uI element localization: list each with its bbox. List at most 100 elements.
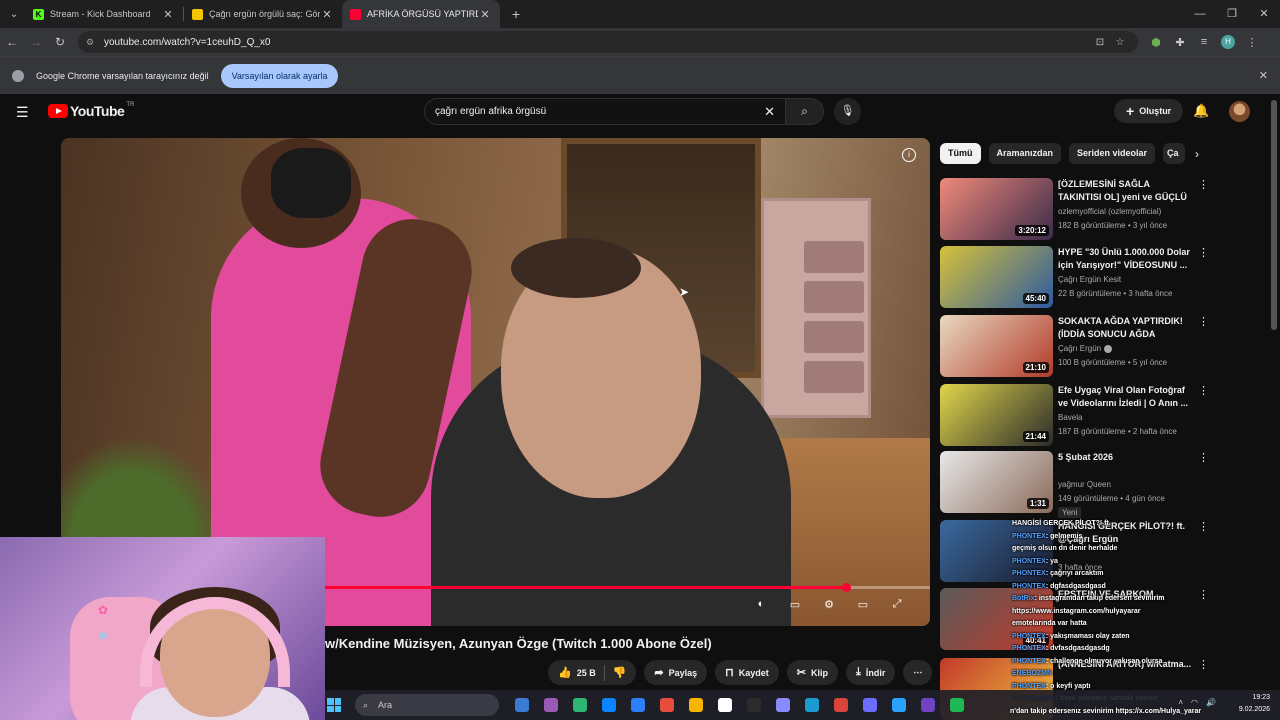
reload-icon[interactable]: ↻ xyxy=(48,35,72,49)
site-info-icon[interactable]: ⚙ xyxy=(86,37,100,48)
install-app-icon[interactable]: ⊡ xyxy=(1090,37,1110,48)
more-vert-icon[interactable]: ⋮ xyxy=(1198,315,1209,328)
suggested-video-item[interactable]: 1:31 5 Şubat 2026 yağmur Queen 149 görün… xyxy=(940,451,1210,518)
extension-shield-icon[interactable]: ⬢ xyxy=(1144,36,1168,49)
tab-close-icon[interactable]: ✕ xyxy=(478,8,492,21)
suggested-video-title[interactable]: [ÖZLEMESİNİ SAĞLA TAKINTISI OL] yeni ve … xyxy=(1058,178,1194,204)
taskbar-search[interactable]: ⌕ Ara xyxy=(355,694,499,716)
set-default-button[interactable]: Varsayılan olarak ayarla xyxy=(220,63,339,88)
more-vert-icon[interactable]: ⋮ xyxy=(1198,178,1209,191)
more-vert-icon[interactable]: ⋮ xyxy=(1198,384,1209,397)
video-thumbnail[interactable]: 3:20:12 xyxy=(940,178,1053,240)
new-tab-button[interactable]: + xyxy=(504,6,528,22)
info-icon[interactable]: i xyxy=(902,148,916,162)
like-count[interactable]: 25 B xyxy=(577,668,596,678)
taskbar-app-icon[interactable] xyxy=(768,694,797,716)
suggested-video-item[interactable]: 45:40 HYPE "30 Ünlü 1.000.000 Dolar için… xyxy=(940,246,1210,308)
share-button[interactable]: ➦ Paylaş xyxy=(644,660,708,685)
taskbar-app-icon[interactable] xyxy=(536,694,565,716)
video-thumbnail[interactable]: 21:44 xyxy=(940,384,1053,446)
clip-button[interactable]: ✂ Klip xyxy=(786,660,838,685)
video-thumbnail[interactable]: 21:10 xyxy=(940,315,1053,377)
suggested-video-item[interactable]: 21:44 Efe Uygaç Viral Olan Fotoğraf ve V… xyxy=(940,384,1210,446)
more-vert-icon[interactable]: ⋮ xyxy=(1198,451,1209,464)
taskbar-app-icon[interactable] xyxy=(652,694,681,716)
taskbar-app-icon[interactable] xyxy=(594,694,623,716)
more-vert-icon[interactable]: ⋮ xyxy=(1198,246,1209,259)
video-thumbnail[interactable]: 45:40 xyxy=(940,246,1053,308)
back-icon[interactable]: ← xyxy=(0,35,24,49)
taskbar-app-icon[interactable] xyxy=(942,694,971,716)
save-button[interactable]: ⊓ Kaydet xyxy=(715,660,779,685)
channel-name[interactable]: yağmur Queen xyxy=(1058,480,1111,489)
notifications-bell-icon[interactable]: 🔔 xyxy=(1193,103,1209,119)
dislike-icon[interactable]: 👎 xyxy=(613,666,627,679)
address-bar[interactable]: ⚙ youtube.com/watch?v=1ceuhD_Q_x0 ⊡ ☆ xyxy=(78,31,1138,53)
volume-icon[interactable]: 🔊 xyxy=(1206,698,1216,707)
youtube-logo[interactable]: YouTube TR xyxy=(48,102,134,119)
channel-name[interactable]: Çağrı Ergün xyxy=(1058,344,1113,353)
clear-search-icon[interactable]: ✕ xyxy=(764,104,775,120)
account-avatar[interactable] xyxy=(1229,101,1250,122)
bookmark-star-icon[interactable]: ☆ xyxy=(1110,37,1130,48)
infobar-close-icon[interactable]: ✕ xyxy=(1259,69,1268,82)
minimize-icon[interactable]: — xyxy=(1184,0,1216,28)
clock[interactable]: 19:23 9.02.2026 xyxy=(1239,692,1270,716)
taskbar-app-icon[interactable] xyxy=(884,694,913,716)
taskbar-app-icon[interactable] xyxy=(681,694,710,716)
suggested-video-title[interactable]: 5 Şubat 2026 xyxy=(1058,451,1194,464)
taskbar-app-icon[interactable] xyxy=(710,694,739,716)
taskbar-app-icon[interactable] xyxy=(913,694,942,716)
subtitles-icon[interactable]: ▭ xyxy=(778,598,812,611)
wifi-icon[interactable]: ◠ xyxy=(1191,698,1198,707)
chip-more[interactable]: Ça xyxy=(1163,143,1186,164)
profile-avatar[interactable]: H xyxy=(1221,35,1235,49)
create-button[interactable]: + Oluştur xyxy=(1114,99,1184,123)
taskbar-app-icon[interactable] xyxy=(826,694,855,716)
taskbar-app-icon[interactable] xyxy=(507,694,536,716)
settings-gear-icon[interactable]: ⚙ xyxy=(812,598,846,611)
suggested-video-item[interactable]: 21:10 SOKAKTA AĞDA YAPTIRDIK! (İDDİA SON… xyxy=(940,315,1210,377)
page-scrollbar[interactable] xyxy=(1271,100,1277,330)
extensions-puzzle-icon[interactable]: ✚ xyxy=(1168,36,1192,49)
taskbar-app-icon[interactable] xyxy=(739,694,768,716)
autoplay-toggle-icon[interactable]: ◐ xyxy=(744,598,778,611)
voice-search-button[interactable]: 🎙 xyxy=(834,98,861,125)
forward-icon[interactable]: → xyxy=(24,35,48,49)
chrome-menu-icon[interactable]: ⋮ xyxy=(1240,36,1264,49)
chip-all[interactable]: Tümü xyxy=(940,143,981,164)
channel-name[interactable]: Çağrı Ergün Kesit xyxy=(1058,275,1121,284)
search-query[interactable]: çağrı ergün afrika örgüsü xyxy=(435,106,546,117)
channel-name[interactable]: ozlemyofficial (ozlemyofficial) xyxy=(1058,207,1161,216)
chevron-up-icon[interactable]: ˄ xyxy=(1178,698,1183,707)
download-button[interactable]: ⤓ İndir xyxy=(846,660,896,685)
search-input[interactable]: çağrı ergün afrika örgüsü ✕ xyxy=(424,98,786,125)
chip-from-search[interactable]: Aramanızdan xyxy=(988,143,1062,164)
restore-icon[interactable]: ❐ xyxy=(1216,0,1248,28)
progress-scrubber[interactable] xyxy=(841,583,851,592)
tab-youtube-video[interactable]: AFRİKA ÖRGÜSÜ YAPTIRDIM! | ✕ xyxy=(342,0,500,28)
channel-name[interactable]: Bavela xyxy=(1058,413,1082,422)
suggested-video-title[interactable]: Efe Uygaç Viral Olan Fotoğraf ve Videola… xyxy=(1058,384,1194,410)
taskbar-app-icon[interactable] xyxy=(855,694,884,716)
suggested-video-item[interactable]: 3:20:12 [ÖZLEMESİNİ SAĞLA TAKINTISI OL] … xyxy=(940,178,1210,240)
tab-close-icon[interactable]: ✕ xyxy=(320,8,334,21)
tab-search-icon[interactable]: ⌄ xyxy=(3,3,25,25)
suggested-video-title[interactable]: SOKAKTA AĞDA YAPTIRDIK! (İDDİA SONUCU AĞ… xyxy=(1058,315,1194,341)
tab-google-images[interactable]: Çağrı ergün örgülü saç: Görselle ✕ xyxy=(184,0,342,28)
suggested-video-title[interactable]: HYPE "30 Ünlü 1.000.000 Dolar için Yarış… xyxy=(1058,246,1194,272)
taskbar-app-icon[interactable] xyxy=(797,694,826,716)
media-controls-icon[interactable]: ≡ xyxy=(1192,36,1216,48)
tab-kick-dashboard[interactable]: K Stream - Kick Dashboard ✕ xyxy=(25,0,183,28)
tab-close-icon[interactable]: ✕ xyxy=(161,8,175,21)
fullscreen-icon[interactable]: ⤢ xyxy=(880,598,914,611)
chevron-right-icon[interactable]: › xyxy=(1195,147,1199,161)
search-button[interactable]: ⌕ xyxy=(786,98,824,125)
taskbar-app-icon[interactable] xyxy=(623,694,652,716)
url-text[interactable]: youtube.com/watch?v=1ceuhD_Q_x0 xyxy=(104,37,1090,48)
taskbar-app-icon[interactable] xyxy=(565,694,594,716)
windows-start-icon[interactable] xyxy=(327,698,341,712)
more-actions-button[interactable]: ⋯ xyxy=(903,660,933,685)
close-window-icon[interactable]: ✕ xyxy=(1248,0,1280,28)
menu-hamburger-icon[interactable]: ☰ xyxy=(16,104,29,121)
